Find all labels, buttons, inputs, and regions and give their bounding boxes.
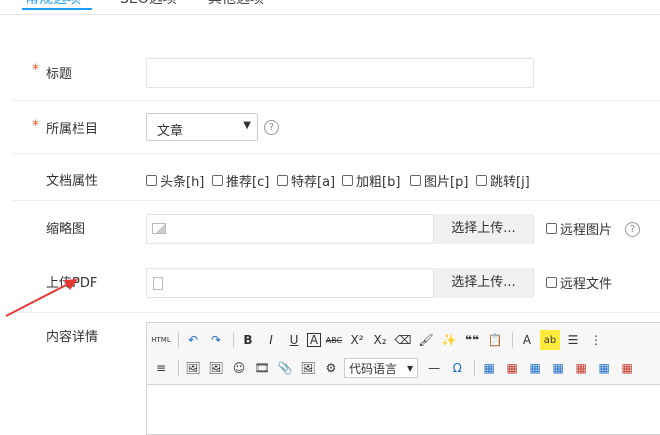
toolbar-row-2: ≡ 🖼 🖼 ☺ 🎞 📎 🖼 ⚙ 代码语言 ▼ — Ω ▦ ▦ ▦ ▦ ▦ ▦ ▦ (151, 357, 640, 379)
attr-checkbox-bold[interactable]: 加粗[b] (342, 171, 400, 190)
chevron-down-icon: ▼ (243, 120, 251, 131)
insert-caption-icon[interactable]: ▦ (525, 358, 545, 378)
annotation-arrow-icon (5, 279, 78, 317)
redo-icon[interactable]: ↷ (206, 330, 226, 350)
row-divider (12, 100, 660, 101)
delete-row-icon[interactable]: ▦ (571, 358, 591, 378)
editor-toolbar: HTML ↶ ↷ B I U A ABC X² X₂ ⌫ 🖌 ✨ ❝❝ 📋 A … (147, 323, 660, 385)
checkbox-icon[interactable] (546, 223, 557, 234)
pdf-upload-button[interactable]: 选择上传... (433, 268, 533, 298)
insert-col-icon[interactable]: ▦ (594, 358, 614, 378)
attr-checkbox-jump[interactable]: 跳转[j] (476, 171, 530, 190)
tab-other[interactable]: 其他选项 (208, 0, 264, 8)
tab-active-indicator (22, 8, 92, 10)
checkbox-icon[interactable] (277, 175, 288, 186)
image-gallery-icon[interactable]: 🖼 (298, 358, 318, 378)
checkbox-icon[interactable] (342, 175, 353, 186)
attr-checkbox-image[interactable]: 图片[p] (410, 171, 468, 190)
multi-image-icon[interactable]: 🖼 (206, 358, 226, 378)
thumb-remote-checkbox[interactable]: 远程图片 (546, 219, 612, 238)
thumb-label: 缩略图 (46, 222, 86, 237)
tab-bar: 常规选项 SEO选项 其他选项 (0, 0, 660, 12)
checkbox-icon[interactable] (410, 175, 421, 186)
undo-icon[interactable]: ↶ (183, 330, 203, 350)
chevron-down-icon: ▼ (407, 363, 414, 373)
required-mark: * (32, 118, 39, 134)
category-label: 所属栏目 (46, 122, 99, 137)
delete-col-icon[interactable]: ▦ (617, 358, 637, 378)
html-source-icon[interactable]: HTML (151, 330, 171, 350)
category-select-value: 文章 (157, 124, 184, 139)
format-brush-icon[interactable]: 🖌 (416, 330, 436, 350)
insert-table-icon[interactable]: ▦ (479, 358, 499, 378)
auto-format-icon[interactable]: ✨ (439, 330, 459, 350)
superscript-icon[interactable]: X² (347, 330, 367, 350)
checkbox-icon[interactable] (212, 175, 223, 186)
attr-checkbox-featured[interactable]: 特荐[a] (277, 171, 335, 190)
special-char-icon[interactable]: Ω (447, 358, 467, 378)
ordered-list-icon[interactable]: ☰ (563, 330, 583, 350)
pdf-input[interactable]: 选择上传... (146, 268, 534, 298)
underline-icon[interactable]: U (284, 330, 304, 350)
tab-divider (0, 14, 660, 15)
eraser-icon[interactable]: ⌫ (393, 330, 413, 350)
rich-text-editor[interactable]: HTML ↶ ↷ B I U A ABC X² X₂ ⌫ 🖌 ✨ ❝❝ 📋 A … (146, 322, 660, 435)
subscript-icon[interactable]: X₂ (370, 330, 390, 350)
emoji-icon[interactable]: ☺ (229, 358, 249, 378)
blockquote-icon[interactable]: ❝❝ (462, 330, 482, 350)
insert-row-icon[interactable]: ▦ (548, 358, 568, 378)
font-color-icon[interactable]: A (517, 330, 537, 350)
attr-label: 文档属性 (46, 174, 99, 189)
italic-icon[interactable]: I (261, 330, 281, 350)
toolbar-row-1: HTML ↶ ↷ B I U A ABC X² X₂ ⌫ 🖌 ✨ ❝❝ 📋 A … (151, 329, 609, 351)
help-icon[interactable]: ? (264, 120, 279, 135)
font-border-icon[interactable]: A (307, 333, 321, 347)
tab-general[interactable]: 常规选项 (25, 0, 81, 8)
delete-table-icon[interactable]: ▦ (502, 358, 522, 378)
checkbox-icon[interactable] (476, 175, 487, 186)
tab-seo[interactable]: SEO选项 (120, 0, 177, 8)
paste-plain-icon[interactable]: 📋 (485, 330, 505, 350)
insert-image-icon[interactable]: 🖼 (183, 358, 203, 378)
checkbox-icon[interactable] (146, 175, 157, 186)
more-icon[interactable]: ⋮ (586, 330, 606, 350)
image-icon (152, 223, 166, 234)
code-language-select[interactable]: 代码语言 ▼ (344, 358, 419, 378)
row-divider (12, 200, 660, 201)
required-mark: * (32, 62, 39, 78)
map-icon[interactable]: ⚙ (321, 358, 341, 378)
video-icon[interactable]: 🎞 (252, 358, 272, 378)
thumb-input[interactable]: 选择上传... (146, 214, 534, 244)
content-label: 内容详情 (46, 330, 99, 345)
strikethrough-icon[interactable]: ABC (324, 330, 344, 350)
attachment-icon[interactable]: 📎 (275, 358, 295, 378)
thumb-upload-button[interactable]: 选择上传... (433, 214, 533, 244)
title-label: 标题 (46, 67, 73, 82)
highlight-icon[interactable]: ab (540, 330, 560, 350)
title-input[interactable] (146, 58, 534, 88)
horizontal-align-icon[interactable]: ≡ (151, 358, 171, 378)
file-icon (153, 277, 163, 290)
help-icon[interactable]: ? (625, 222, 640, 237)
pdf-remote-checkbox[interactable]: 远程文件 (546, 273, 612, 292)
attr-checkbox-recommend[interactable]: 推荐[c] (212, 171, 269, 190)
bold-icon[interactable]: B (238, 330, 258, 350)
horizontal-rule-icon[interactable]: — (424, 358, 444, 378)
category-select[interactable]: 文章 ▼ (146, 113, 258, 141)
row-divider (12, 153, 660, 154)
checkbox-icon[interactable] (546, 277, 557, 288)
row-divider (12, 312, 660, 313)
attr-checkbox-headline[interactable]: 头条[h] (146, 171, 204, 190)
